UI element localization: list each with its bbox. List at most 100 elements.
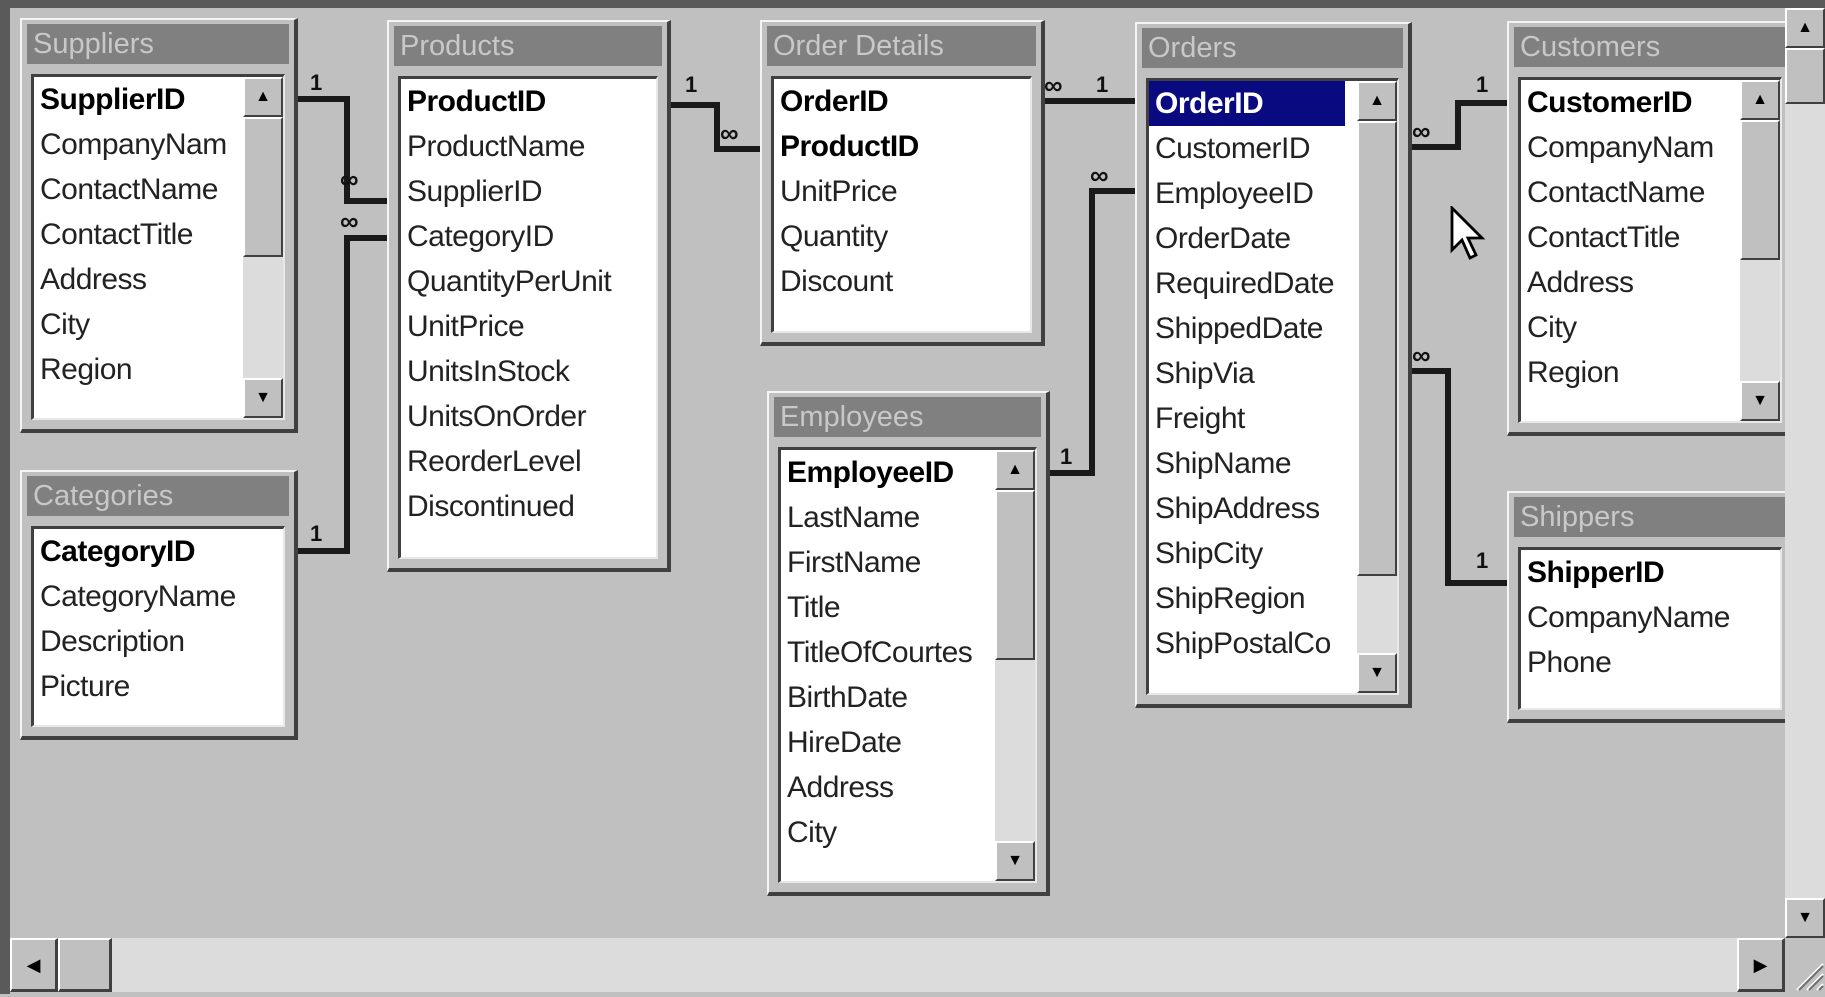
field-list[interactable]: SupplierID CompanyNam ContactName Contac… xyxy=(31,74,285,420)
field-item[interactable]: SupplierID xyxy=(401,169,656,214)
field-item[interactable]: ContactName xyxy=(1521,170,1740,215)
field-list[interactable]: CategoryID CategoryName Description Pict… xyxy=(31,526,285,727)
field-item[interactable]: City xyxy=(1521,305,1740,350)
left-arrow-icon[interactable]: ◀ xyxy=(10,938,58,992)
down-arrow-icon[interactable]: ▼ xyxy=(1740,381,1780,421)
up-arrow-icon[interactable]: ▲ xyxy=(243,77,283,117)
field-item[interactable]: ProductID xyxy=(401,79,656,124)
table-products[interactable]: Products ProductID ProductName SupplierI… xyxy=(387,20,671,572)
field-item[interactable]: UnitsOnOrder xyxy=(401,394,656,439)
table-suppliers[interactable]: Suppliers SupplierID CompanyNam ContactN… xyxy=(20,18,298,433)
relationship-line[interactable] xyxy=(344,235,350,554)
field-item[interactable]: CategoryName xyxy=(34,574,283,619)
field-item[interactable]: ContactName xyxy=(34,167,243,212)
field-item[interactable]: CompanyNam xyxy=(1521,125,1740,170)
field-item[interactable]: CategoryID xyxy=(401,214,656,259)
field-item[interactable]: ShipperID xyxy=(1521,550,1780,595)
field-item[interactable]: CategoryID xyxy=(34,529,283,574)
scroll-thumb[interactable] xyxy=(995,490,1035,660)
field-item[interactable]: Phone xyxy=(1521,640,1780,685)
field-list[interactable]: OrderID CustomerID EmployeeID OrderDate … xyxy=(1146,78,1399,695)
relationship-line[interactable] xyxy=(290,548,350,554)
field-item[interactable]: QuantityPerUnit xyxy=(401,259,656,304)
vertical-scrollbar[interactable]: ▲ ▼ xyxy=(243,77,283,418)
table-order-details[interactable]: Order Details OrderID ProductID UnitPric… xyxy=(760,20,1045,346)
field-item[interactable]: ContactTitle xyxy=(34,212,243,257)
field-item[interactable]: OrderDate xyxy=(1149,216,1357,261)
field-item[interactable]: Discount xyxy=(774,259,1030,304)
table-title[interactable]: Shippers xyxy=(1514,497,1786,537)
field-item[interactable]: ShipVia xyxy=(1149,351,1357,396)
table-employees[interactable]: Employees EmployeeID LastName FirstName … xyxy=(767,391,1050,896)
down-arrow-icon[interactable]: ▼ xyxy=(1357,653,1397,693)
field-item[interactable]: Discontinued xyxy=(401,484,656,529)
field-item[interactable]: EmployeeID xyxy=(781,450,995,495)
field-item[interactable]: City xyxy=(34,302,243,347)
field-list[interactable]: OrderID ProductID UnitPrice Quantity Dis… xyxy=(771,76,1032,333)
up-arrow-icon[interactable]: ▲ xyxy=(995,450,1035,490)
field-item[interactable]: ProductID xyxy=(774,124,1030,169)
down-arrow-icon[interactable]: ▼ xyxy=(243,378,283,418)
vertical-scrollbar[interactable]: ▲ ▼ xyxy=(995,450,1035,881)
up-arrow-icon[interactable]: ▲ xyxy=(1740,80,1780,120)
field-item[interactable]: SupplierID xyxy=(34,77,243,122)
scroll-thumb[interactable] xyxy=(1357,121,1397,576)
field-item[interactable]: CustomerID xyxy=(1521,80,1740,125)
field-item[interactable]: ShipAddress xyxy=(1149,486,1357,531)
scroll-thumb[interactable] xyxy=(58,938,112,992)
field-item[interactable]: ShippedDate xyxy=(1149,306,1357,351)
field-item[interactable]: ContactTitle xyxy=(1521,215,1740,260)
field-item[interactable]: UnitPrice xyxy=(774,169,1030,214)
field-item[interactable]: ShipCity xyxy=(1149,531,1357,576)
field-item[interactable]: UnitsInStock xyxy=(401,349,656,394)
table-title[interactable]: Suppliers xyxy=(27,24,289,64)
table-title[interactable]: Employees xyxy=(774,397,1041,437)
table-title[interactable]: Order Details xyxy=(767,26,1036,66)
resize-grip-icon[interactable] xyxy=(1785,938,1825,992)
field-list[interactable]: ShipperID CompanyName Phone xyxy=(1518,547,1782,710)
field-item[interactable]: Region xyxy=(34,347,243,392)
down-arrow-icon[interactable]: ▼ xyxy=(1785,898,1825,938)
table-orders[interactable]: Orders OrderID CustomerID EmployeeID Ord… xyxy=(1135,22,1412,708)
field-list[interactable]: ProductID ProductName SupplierID Categor… xyxy=(398,76,658,559)
field-item[interactable]: FirstName xyxy=(781,540,995,585)
table-categories[interactable]: Categories CategoryID CategoryName Descr… xyxy=(20,470,298,740)
field-item[interactable]: CustomerID xyxy=(1149,126,1357,171)
field-item[interactable]: HireDate xyxy=(781,720,995,765)
field-item[interactable]: ProductName xyxy=(401,124,656,169)
relationship-line[interactable] xyxy=(290,96,350,102)
field-item[interactable]: UnitPrice xyxy=(401,304,656,349)
relationship-line[interactable] xyxy=(344,198,389,204)
table-shippers[interactable]: Shippers ShipperID CompanyName Phone xyxy=(1507,491,1795,723)
field-item[interactable]: Freight xyxy=(1149,396,1357,441)
field-item[interactable]: ShipPostalCo xyxy=(1149,621,1357,666)
field-item[interactable]: Picture xyxy=(34,664,283,709)
field-item[interactable]: OrderID xyxy=(774,79,1030,124)
field-item[interactable]: City xyxy=(781,810,995,855)
field-item[interactable]: ReorderLevel xyxy=(401,439,656,484)
field-item[interactable]: EmployeeID xyxy=(1149,171,1357,216)
table-title[interactable]: Products xyxy=(394,26,662,66)
field-item[interactable]: BirthDate xyxy=(781,675,995,720)
table-title[interactable]: Categories xyxy=(27,476,289,516)
relationship-line[interactable] xyxy=(1445,368,1451,586)
up-arrow-icon[interactable]: ▲ xyxy=(1785,8,1825,48)
up-arrow-icon[interactable]: ▲ xyxy=(1357,81,1397,121)
field-item[interactable]: Quantity xyxy=(774,214,1030,259)
down-arrow-icon[interactable]: ▼ xyxy=(995,841,1035,881)
field-item[interactable]: CompanyName xyxy=(1521,595,1780,640)
field-item[interactable]: TitleOfCourtes xyxy=(781,630,995,675)
field-item[interactable]: RequiredDate xyxy=(1149,261,1357,306)
relationship-line[interactable] xyxy=(1455,100,1507,106)
field-item[interactable]: CompanyNam xyxy=(34,122,243,167)
field-item[interactable]: LastName xyxy=(781,495,995,540)
field-item[interactable]: ShipName xyxy=(1149,441,1357,486)
field-item[interactable]: Address xyxy=(781,765,995,810)
field-item-selected[interactable]: OrderID xyxy=(1149,81,1345,126)
vertical-scrollbar[interactable]: ▲ ▼ xyxy=(1357,81,1397,693)
relationship-line[interactable] xyxy=(1455,100,1461,150)
table-title[interactable]: Orders xyxy=(1142,28,1403,68)
field-list[interactable]: EmployeeID LastName FirstName Title Titl… xyxy=(778,447,1037,883)
relationship-line[interactable] xyxy=(1445,580,1507,586)
relationship-line[interactable] xyxy=(1089,188,1095,476)
